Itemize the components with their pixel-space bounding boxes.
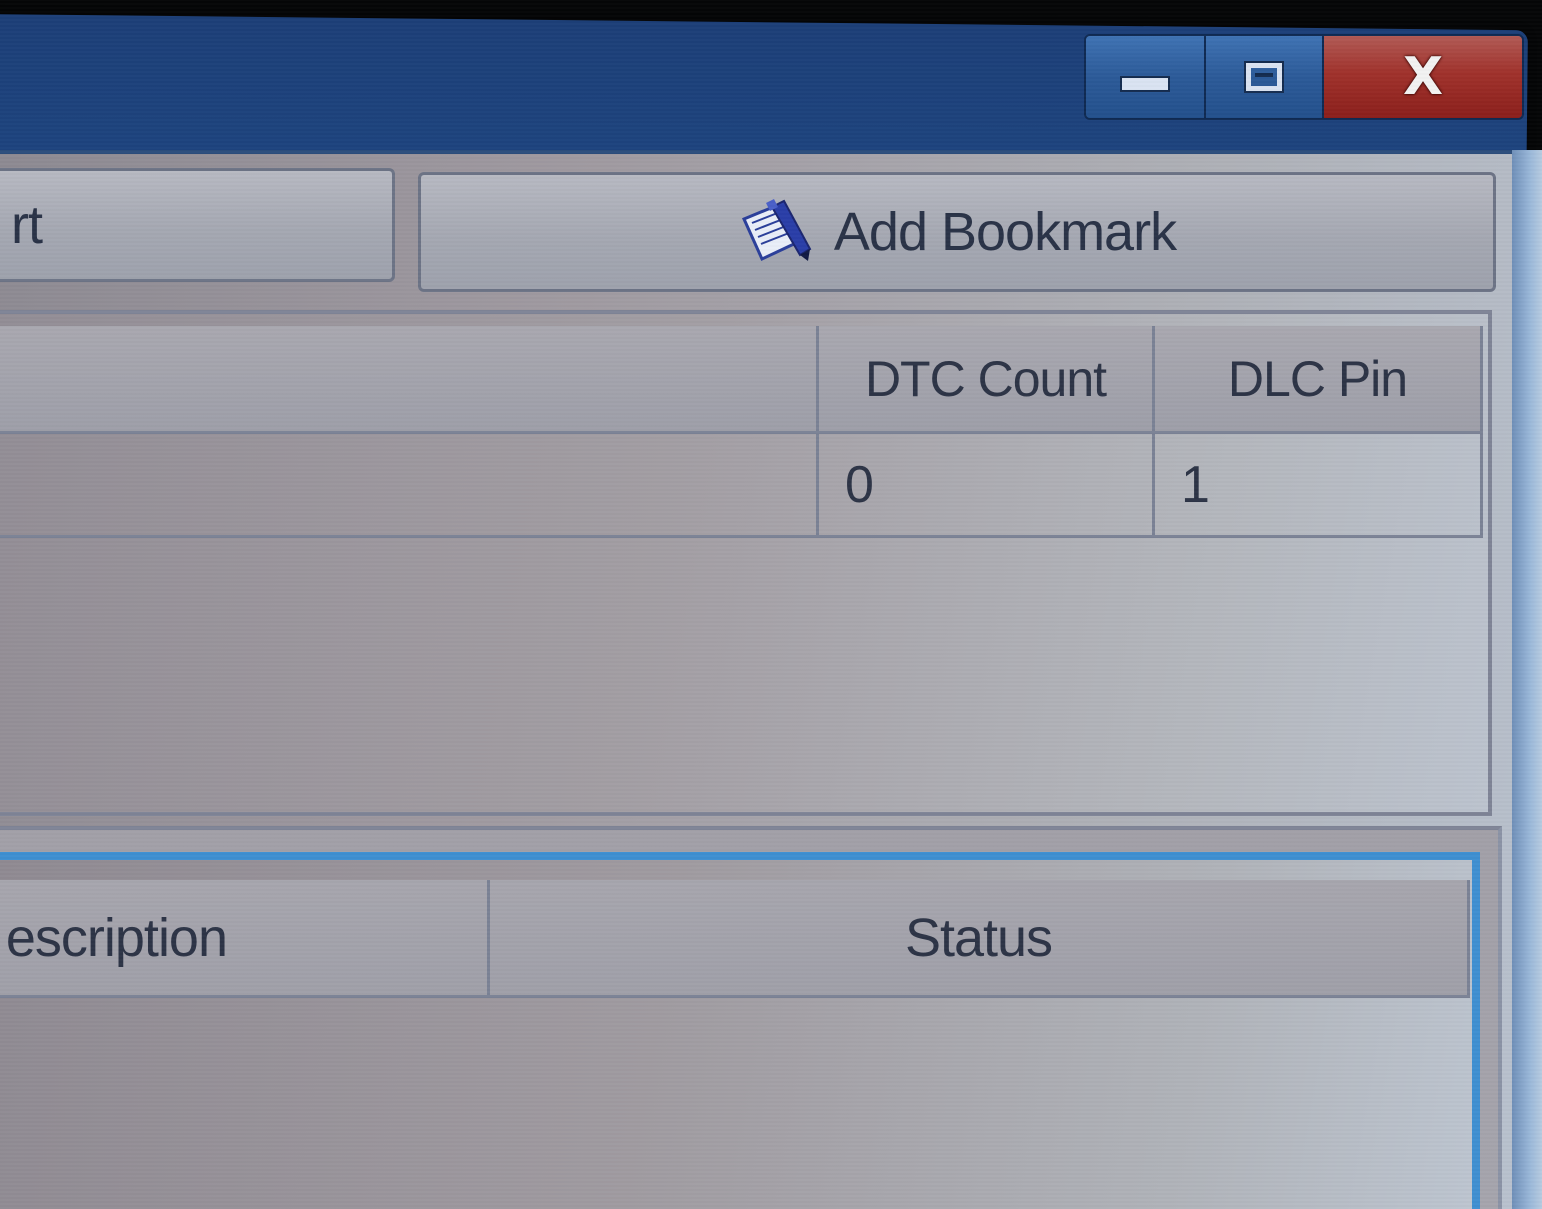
screen: X rt Add Bookmark DTC Count DLC Pin 0 1	[0, 0, 1542, 1209]
table-cell-dlc-pin: 1	[1155, 434, 1483, 538]
column-header-module[interactable]	[0, 326, 819, 434]
dtc-detail-table: escription Status	[0, 852, 1480, 1209]
table-row[interactable]: 0 1	[0, 434, 1483, 538]
bookmark-pen-icon	[741, 199, 812, 262]
column-header-status[interactable]: Status	[490, 880, 1470, 998]
close-icon: X	[1402, 47, 1444, 107]
column-header-description-label: escription	[5, 907, 228, 968]
maximize-button[interactable]	[1206, 36, 1324, 118]
dtc-summary-table: DTC Count DLC Pin 0 1	[0, 310, 1492, 816]
column-header-description[interactable]: escription	[0, 880, 490, 998]
table-header: escription Status	[0, 880, 1470, 998]
table-cell-dtc-count: 0	[819, 434, 1155, 538]
table-cell-module	[0, 434, 819, 538]
close-button[interactable]: X	[1324, 36, 1522, 118]
window-right-border	[1512, 150, 1542, 1209]
minimize-button[interactable]	[1086, 36, 1206, 118]
column-header-dlc-pin[interactable]: DLC Pin	[1155, 326, 1483, 434]
window-caption-buttons: X	[1084, 34, 1524, 120]
column-header-dtc-count[interactable]: DTC Count	[819, 326, 1155, 434]
maximize-icon	[1244, 61, 1284, 93]
table-header: DTC Count DLC Pin	[0, 326, 1483, 434]
add-bookmark-label: Add Bookmark	[833, 202, 1177, 262]
add-bookmark-button[interactable]: Add Bookmark	[418, 172, 1496, 292]
report-button-label: rt	[11, 195, 43, 255]
minimize-icon	[1120, 76, 1170, 92]
report-button[interactable]: rt	[0, 168, 395, 282]
